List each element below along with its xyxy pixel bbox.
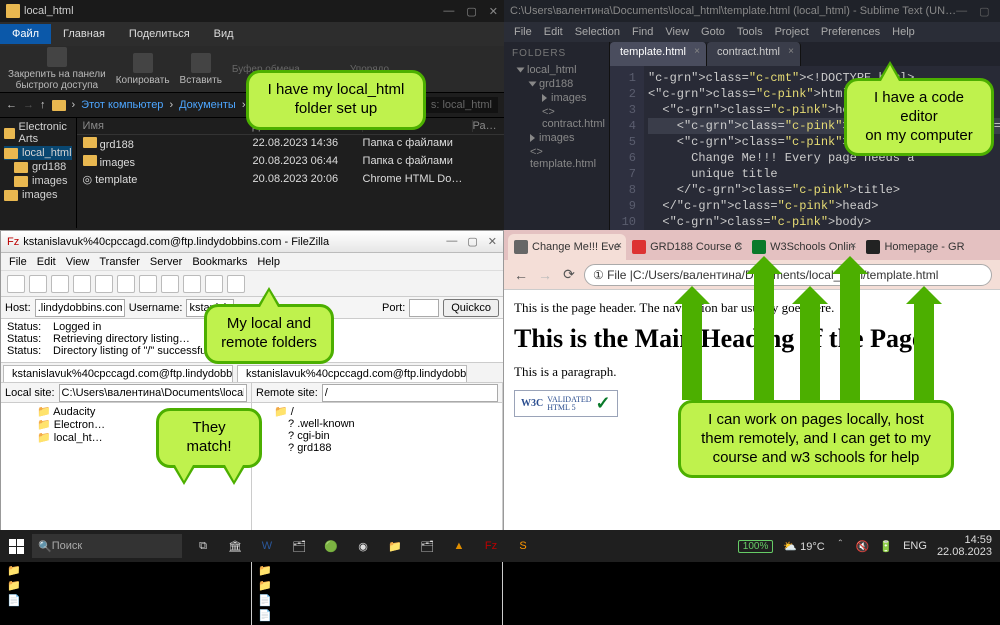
explorer-title: local_html: [24, 5, 74, 17]
weather-widget[interactable]: ⛅ 19°C: [783, 540, 824, 553]
local-site-input[interactable]: [59, 384, 247, 402]
browser-tab[interactable]: Change Me!!! Eve×: [508, 234, 626, 260]
close-tab-icon[interactable]: ×: [694, 46, 700, 57]
close-tab-icon[interactable]: ×: [788, 46, 794, 57]
language-indicator[interactable]: ENG: [903, 540, 927, 552]
remote-site-input[interactable]: [322, 384, 498, 402]
back-icon[interactable]: ←: [6, 99, 17, 111]
start-button[interactable]: [0, 530, 32, 562]
fwd-icon[interactable]: →: [536, 266, 554, 284]
battery-icon[interactable]: 100%: [738, 540, 774, 553]
app-chrome-icon[interactable]: ◉: [348, 532, 378, 560]
app-explorer2-icon[interactable]: 🗂: [412, 532, 442, 560]
windows-taskbar: 🔍 Поиск ⧉ 🏛 W 🗂 🟢 ◉ 📁 🗂 ▲ Fz S 100% ⛅ 19…: [0, 530, 1000, 562]
remote-tree[interactable]: 📁 / ? .well-known ? cgi-bin ? grd188: [252, 403, 502, 530]
folder-icon: [6, 4, 20, 18]
clock[interactable]: 14:5922.08.2023: [937, 534, 992, 558]
copy-tool[interactable]: Копировать: [116, 53, 170, 86]
maximize-icon[interactable]: ▢: [466, 5, 476, 18]
explorer-tree[interactable]: Electronic Arts local_html grd188 images…: [0, 118, 77, 228]
paste-tool[interactable]: Вставить: [180, 53, 222, 86]
browser-tab[interactable]: Homepage - GR: [860, 234, 970, 260]
ribbon-file[interactable]: Файл: [0, 24, 51, 44]
list-item: grd18822.08.2023 14:36Папка с файлами: [77, 135, 519, 153]
explorer-titlebar[interactable]: local_html — ▢ ✕: [0, 0, 504, 22]
minimize-icon[interactable]: —: [443, 5, 454, 18]
close-tab-icon[interactable]: ×: [616, 240, 622, 252]
editor-tab[interactable]: template.html×: [610, 42, 707, 66]
callout-3: My local and remote folders: [204, 304, 334, 364]
app-vlc-icon[interactable]: ▲: [444, 532, 474, 560]
folder-icon: [52, 100, 66, 111]
minimize-icon[interactable]: —: [956, 5, 967, 18]
callout-1: I have my local_html folder set up: [246, 70, 426, 130]
favicon: [752, 240, 766, 254]
arrow-icon: [800, 300, 820, 400]
sublime-tabs: template.html× contract.html×: [610, 42, 1000, 66]
taskview-icon[interactable]: ⧉: [188, 532, 218, 560]
back-icon[interactable]: ←: [512, 266, 530, 284]
reload-icon[interactable]: ⟳: [560, 266, 578, 284]
favicon: [632, 240, 646, 254]
pin-tool[interactable]: Закрепить на панели быстрого доступа: [8, 47, 106, 91]
up-icon[interactable]: ↑: [40, 99, 46, 111]
arrow-icon: [682, 300, 702, 400]
app-folder-icon[interactable]: 📁: [380, 532, 410, 560]
search-field[interactable]: s: local_html: [425, 97, 498, 113]
arrow-icon: [840, 270, 860, 400]
quickconnect-button[interactable]: Quickco: [443, 299, 499, 317]
app-edge-icon[interactable]: 🟢: [316, 532, 346, 560]
favicon: [866, 240, 880, 254]
filezilla-site-tabs[interactable]: kstanislavuk%40cpccagd.com@ftp.lindydobb…: [1, 363, 503, 383]
callout-5: I can work on pages locally, host them r…: [678, 400, 954, 478]
filezilla-menu[interactable]: FileEditViewTransferServerBookmarksHelp: [1, 253, 503, 271]
app-word-icon[interactable]: W: [252, 532, 282, 560]
fwd-icon[interactable]: →: [23, 99, 34, 111]
filezilla-titlebar[interactable]: Fz kstanislavuk%40cpccagd.com@ftp.lindyd…: [1, 231, 503, 253]
sublime-sidebar[interactable]: FOLDERS local_html grd188 images<> contr…: [504, 42, 610, 230]
sublime-menu[interactable]: FileEditSelectionFindViewGotoToolsProjec…: [504, 22, 1000, 42]
explorer-ribbon: Файл Главная Поделиться Вид: [0, 22, 504, 46]
browser-tab[interactable]: GRD188 Course C×: [626, 234, 746, 260]
w3c-badge[interactable]: W3C VALIDATED HTML 5 ✓: [514, 390, 618, 417]
host-input[interactable]: [35, 299, 125, 317]
filezilla-icon: Fz: [7, 236, 19, 248]
explorer-file-list[interactable]: Имя Дата изменения Тип Ра… grd18822.08.2…: [77, 118, 519, 228]
maximize-icon[interactable]: ▢: [979, 5, 989, 18]
callout-4: They match!: [156, 408, 262, 468]
ribbon-share[interactable]: Поделиться: [117, 24, 202, 44]
filezilla-toolbar[interactable]: [1, 271, 503, 297]
app-sublime-icon[interactable]: S: [508, 532, 538, 560]
filezilla-window: Fz kstanislavuk%40cpccagd.com@ftp.lindyd…: [0, 230, 504, 530]
sublime-titlebar[interactable]: C:\Users\валентина\Documents\local_html\…: [504, 0, 1000, 22]
ribbon-home[interactable]: Главная: [51, 24, 117, 44]
list-item: ◎ template20.08.2023 20:06Chrome HTML Do…: [77, 171, 519, 188]
callout-2: I have a code editor on my computer: [844, 78, 994, 156]
ribbon-view[interactable]: Вид: [202, 24, 246, 44]
close-icon[interactable]: ✕: [489, 5, 498, 18]
favicon: [514, 240, 528, 254]
app-explorer-icon[interactable]: 🗂: [284, 532, 314, 560]
arrow-icon: [754, 270, 774, 400]
editor-tab[interactable]: contract.html×: [707, 42, 801, 66]
check-icon: ✓: [596, 393, 611, 414]
address-bar[interactable]: ① File | C:/Users/валентина/Documents/lo…: [584, 264, 992, 286]
app-colosseum-icon[interactable]: 🏛: [220, 532, 250, 560]
arrow-icon: [914, 300, 934, 400]
system-tray[interactable]: 100% ⛅ 19°C ＾🔇🔋 ENG 14:5922.08.2023: [730, 534, 1000, 558]
port-input[interactable]: [409, 299, 439, 317]
list-item: images20.08.2023 06:44Папка с файлами: [77, 153, 519, 171]
taskbar-search[interactable]: 🔍 Поиск: [32, 534, 182, 558]
app-filezilla-icon[interactable]: Fz: [476, 532, 506, 560]
